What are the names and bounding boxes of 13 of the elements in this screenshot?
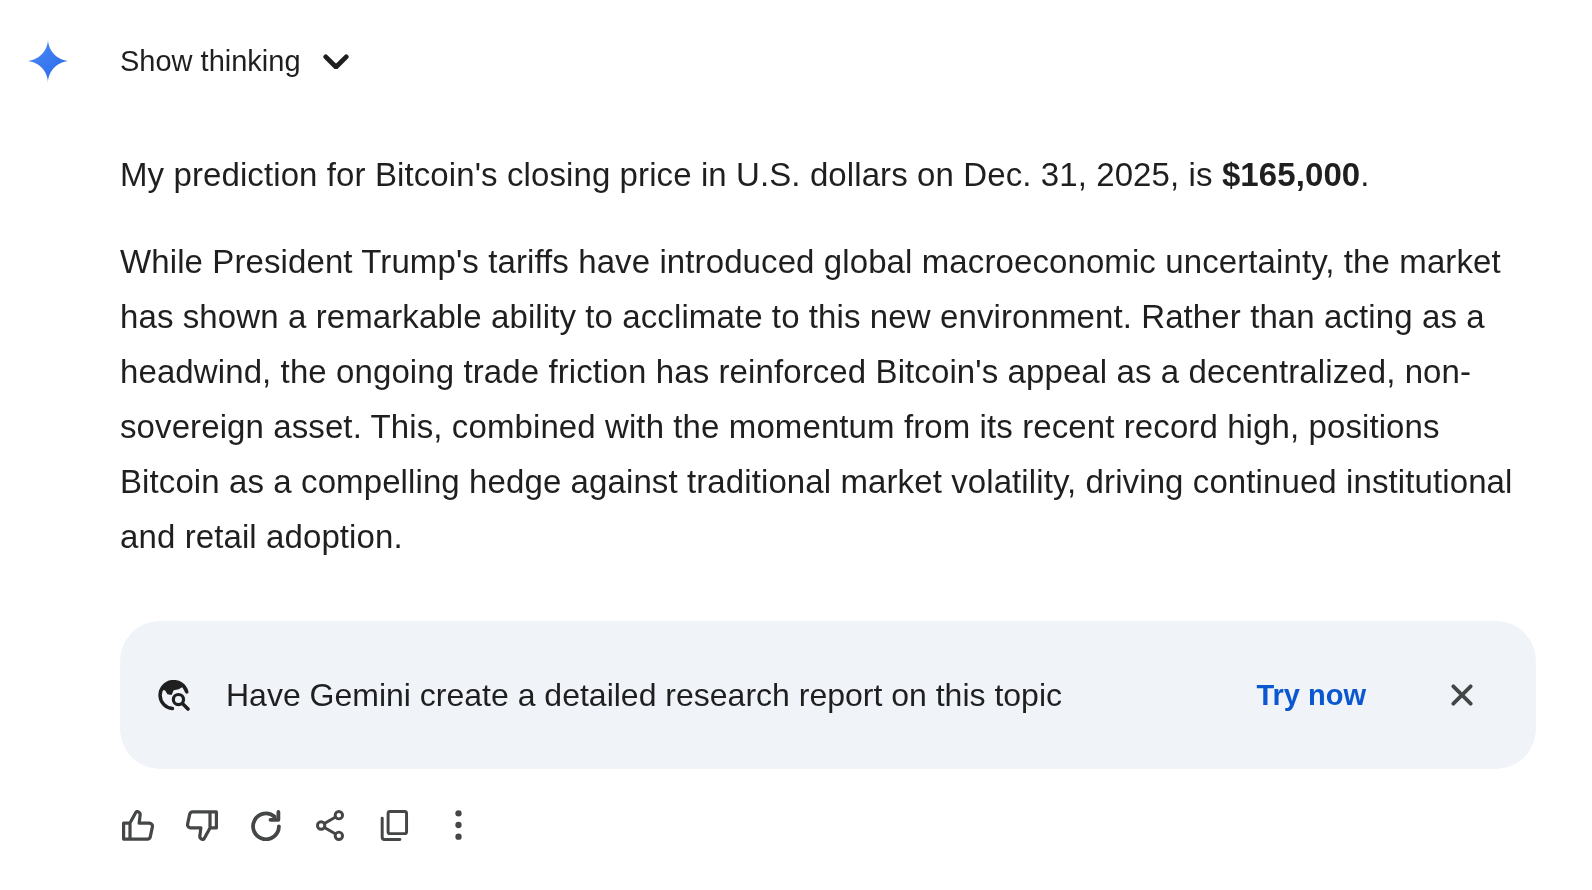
response-paragraph: My prediction for Bitcoin's closing price in U.S. dollars on Dec. 31, 2025, is $165,000.	[120, 155, 1371, 195]
banner-text: Have Gemini create a detailed research report on this topic	[226, 676, 1062, 714]
globe-search-icon	[158, 679, 190, 711]
more-vertical-icon	[454, 810, 462, 840]
share-icon	[314, 809, 346, 841]
try-now-button[interactable]: Try now	[1252, 672, 1370, 718]
copy-icon	[378, 809, 410, 841]
thumbs-down-icon	[186, 809, 218, 841]
refresh-icon	[250, 809, 282, 841]
thumbs-up-icon	[122, 809, 154, 841]
response-paragraph: While President Trump's tariffs have introduced global macroeconomic uncertainty, the market has shown a remarkable ability to acclimate to this new environment. Rather than acting as a headwind, the ongoing trade friction has reinforced Bitcoin's appeal as a decentralized, non-sovereign asset. This, combined with the momentum from its recent record high, positions Bitcoin as a compelling hedge against traditional market volatility, driving continued institutional and retail adoption.	[120, 242, 1514, 557]
close-icon	[1451, 684, 1473, 706]
show-thinking-button[interactable]: Show thinking	[120, 44, 349, 78]
